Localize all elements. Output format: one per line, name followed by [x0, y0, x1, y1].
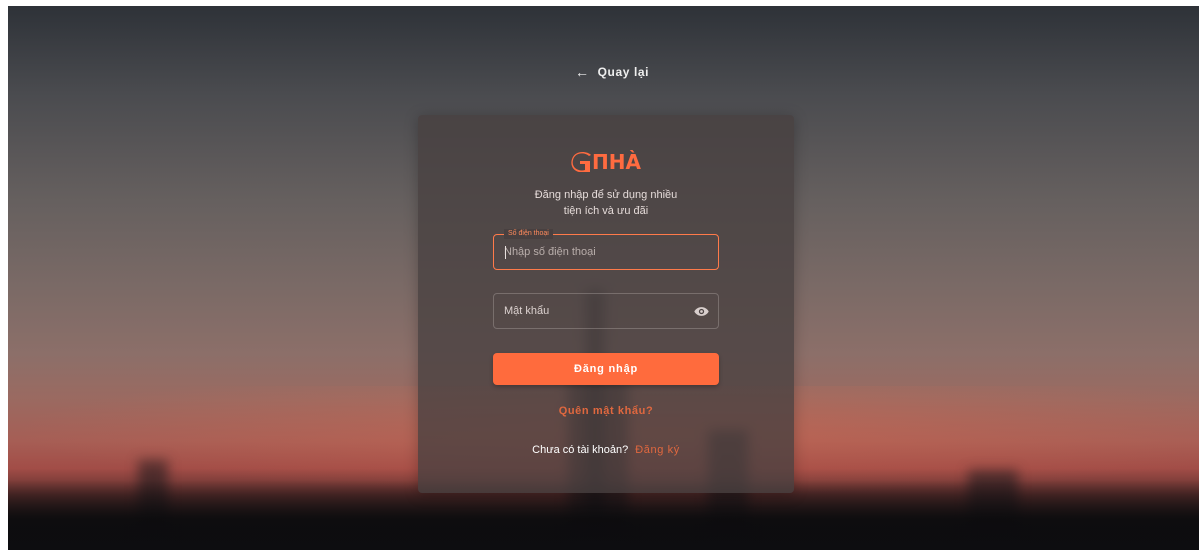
- login-page: ← Quay lại ПHÀ Đăng nhập để sử dụng nhiề…: [8, 6, 1199, 550]
- signup-link[interactable]: Đăng ký: [635, 444, 680, 456]
- back-link-label: Quay lại: [597, 65, 650, 79]
- password-field[interactable]: [493, 293, 719, 329]
- arrow-left-icon: ←: [575, 64, 590, 80]
- login-button[interactable]: Đăng nhập: [493, 353, 719, 385]
- brand-logo-mark-icon: [571, 152, 592, 172]
- subtitle-line-2: tiện ích và ưu đãi: [563, 205, 649, 217]
- password-input[interactable]: [504, 294, 684, 328]
- login-card: ПHÀ Đăng nhập để sử dụng nhiều tiện ích …: [418, 115, 794, 493]
- signup-row: Chưa có tài khoản? Đăng ký: [418, 444, 794, 456]
- brand-logo-text: ПHÀ: [592, 150, 641, 174]
- eye-icon[interactable]: [694, 305, 709, 318]
- phone-input[interactable]: [504, 235, 684, 269]
- phone-field[interactable]: Số điện thoại: [493, 229, 719, 270]
- back-link[interactable]: ← Quay lại: [575, 64, 649, 80]
- subtitle-line-1: Đăng nhập để sử dụng nhiều: [534, 189, 678, 201]
- text-caret: [505, 246, 506, 259]
- forgot-password-link[interactable]: Quên mật khẩu?: [418, 405, 794, 417]
- brand-logo: ПHÀ: [418, 152, 794, 172]
- login-subtitle: Đăng nhập để sử dụng nhiều tiện ích và ư…: [418, 187, 794, 219]
- signup-question: Chưa có tài khoản?: [532, 444, 629, 456]
